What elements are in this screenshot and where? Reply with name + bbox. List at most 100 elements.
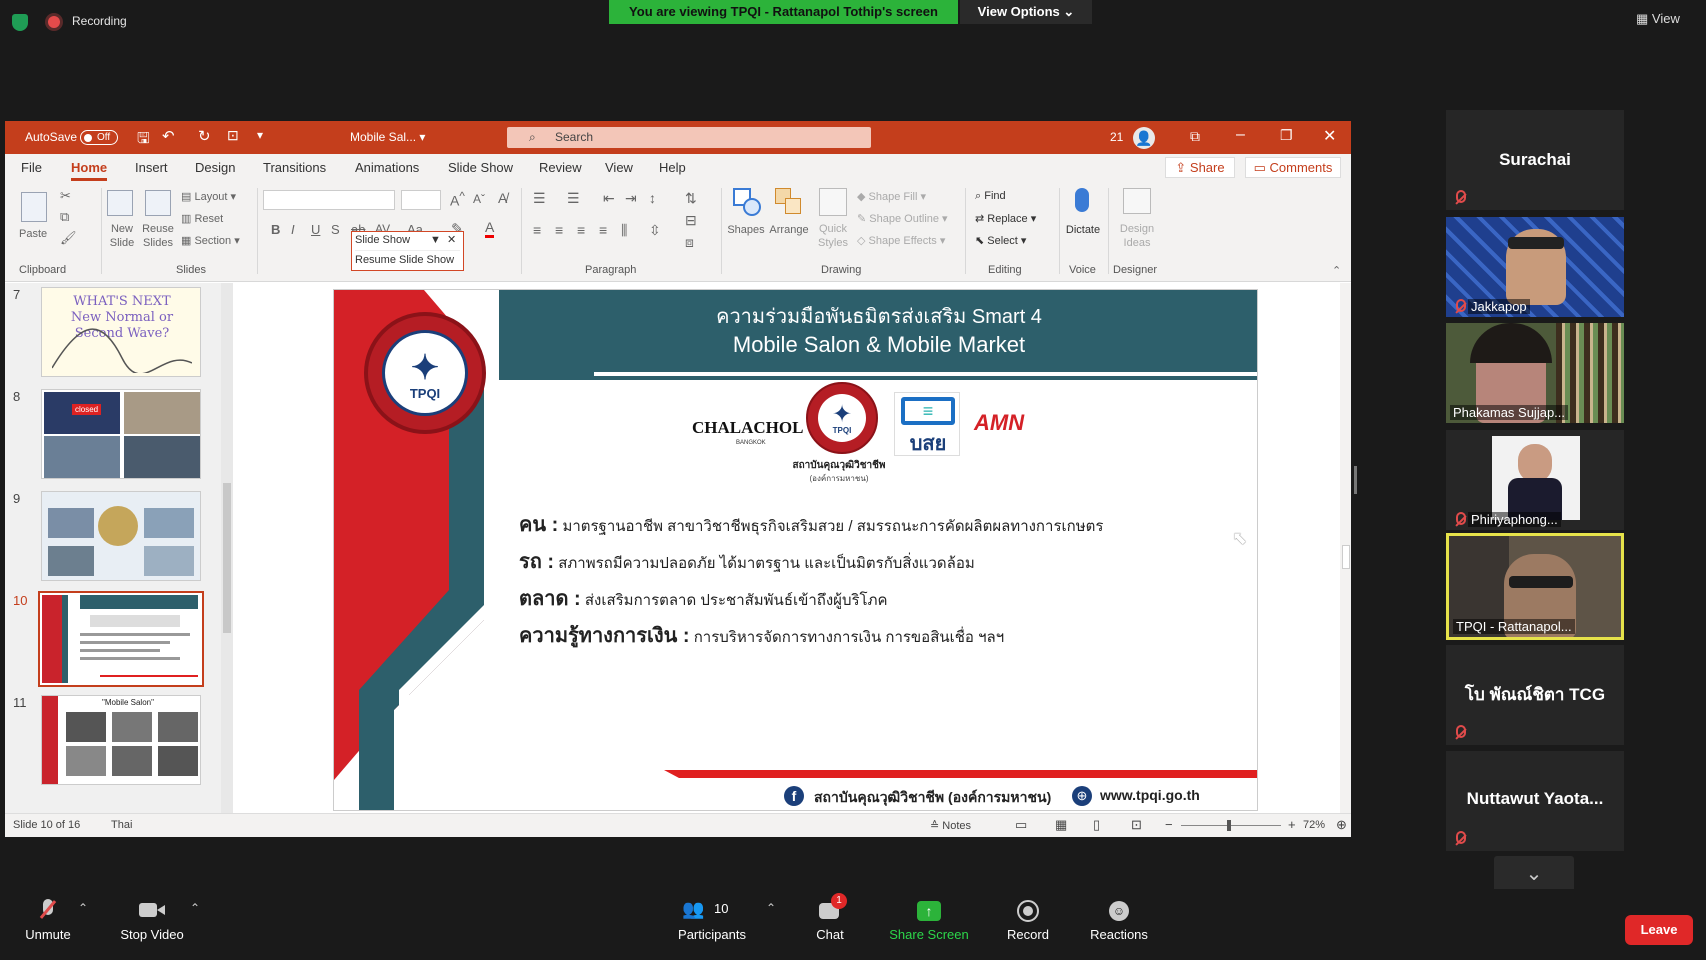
arrange-icon[interactable]	[775, 188, 803, 216]
design-ideas-icon[interactable]	[1123, 188, 1151, 214]
bullets-icon[interactable]: ☰	[533, 190, 546, 207]
thumbnail-scrollbar[interactable]	[221, 283, 233, 813]
dictate-label[interactable]: Dictate	[1063, 224, 1103, 236]
notes-button[interactable]: ≙ Notes	[930, 819, 971, 832]
shrink-font-icon[interactable]: Aˇ	[473, 192, 485, 206]
shape-outline-button[interactable]: ✎ Shape Outline ▾	[857, 212, 948, 225]
reactions-button[interactable]: ☺ Reactions	[1084, 889, 1154, 942]
scroll-thumb[interactable]	[1342, 545, 1350, 569]
select-button[interactable]: ⬉ Select ▾	[975, 234, 1026, 247]
smartart-icon[interactable]: ⧈	[685, 234, 694, 251]
participant-tile[interactable]: Phiriyaphong...	[1446, 430, 1624, 530]
slide-thumbnail-8[interactable]: closed	[41, 389, 201, 479]
zoom-out-icon[interactable]: −	[1165, 817, 1173, 832]
italic-icon[interactable]: I	[291, 222, 295, 237]
tab-view[interactable]: View	[605, 160, 633, 175]
font-name-input[interactable]	[263, 190, 395, 210]
participant-tile[interactable]: Jakkapop	[1446, 217, 1624, 317]
align-right-icon[interactable]: ≡	[577, 222, 585, 238]
tab-slide-show[interactable]: Slide Show	[448, 160, 513, 175]
find-button[interactable]: ⌕ Find	[975, 190, 1006, 203]
customize-toolbar-icon[interactable]: ▾	[257, 128, 263, 142]
copy-icon[interactable]: ⧉	[60, 209, 69, 225]
quick-styles-icon[interactable]	[819, 188, 847, 216]
shape-effects-button[interactable]: ◇ Shape Effects ▾	[857, 234, 945, 247]
arrange-label[interactable]: Arrange	[767, 224, 811, 236]
font-size-input[interactable]	[401, 190, 441, 210]
participant-tile[interactable]: โบ พัณณ์ชิตา TCG	[1446, 645, 1624, 745]
zoom-slider[interactable]	[1181, 820, 1281, 831]
paste-label[interactable]: Paste	[19, 228, 47, 240]
design-ideas-label[interactable]: Design Ideas	[1115, 222, 1159, 250]
bold-icon[interactable]: B	[271, 222, 280, 237]
participant-tile-active-speaker[interactable]: TPQI - Rattanapol...	[1446, 533, 1624, 640]
layout-button[interactable]: ▤ Layout ▾	[181, 190, 236, 203]
justify-icon[interactable]: ≡	[599, 222, 607, 238]
slideshow-dropdown[interactable]: Slide Show ▼ ✕	[355, 234, 460, 251]
document-title[interactable]: Mobile Sal... ▾	[350, 130, 425, 144]
scroll-down-button[interactable]: ⌄	[1494, 856, 1574, 893]
share-screen-button[interactable]: ↑ Share Screen	[884, 889, 974, 942]
zoom-in-icon[interactable]: +	[1288, 817, 1296, 832]
zoom-level[interactable]: 72%	[1303, 819, 1325, 831]
record-button[interactable]: Record	[998, 889, 1058, 942]
slide-thumbnail-9[interactable]	[41, 491, 201, 581]
align-text-vertical-icon[interactable]: ⊟	[685, 212, 697, 229]
participant-tile[interactable]: Phakamas Sujjap...	[1446, 323, 1624, 423]
shape-fill-button[interactable]: ◆ Shape Fill ▾	[857, 190, 926, 203]
tab-animations[interactable]: Animations	[355, 160, 419, 175]
new-slide-label[interactable]: New Slide	[107, 222, 137, 250]
tab-design[interactable]: Design	[195, 160, 235, 175]
reuse-slides-icon[interactable]	[145, 190, 171, 216]
cut-icon[interactable]: ✂	[60, 188, 71, 204]
collapse-ribbon-icon[interactable]: ⌃	[1332, 264, 1341, 277]
zoom-slider-thumb[interactable]	[1227, 820, 1231, 831]
split-handle[interactable]	[1354, 466, 1357, 494]
unmute-button[interactable]: Unmute	[18, 889, 78, 942]
tab-file[interactable]: File	[21, 160, 42, 175]
shield-icon[interactable]	[12, 14, 28, 31]
slide-canvas[interactable]: ✦ TPQI ความร่วมมือพันธมิตรส่งเสริม Smart…	[333, 289, 1258, 811]
present-icon[interactable]: ⊡	[227, 127, 239, 144]
participants-options-chevron-icon[interactable]: ⌃	[766, 901, 776, 915]
underline-icon[interactable]: U	[311, 222, 320, 237]
new-slide-icon[interactable]	[107, 190, 133, 216]
minimize-icon[interactable]: –	[1236, 126, 1245, 144]
numbering-icon[interactable]: ☰	[567, 190, 580, 207]
language-status[interactable]: Thai	[111, 819, 132, 831]
text-direction-icon[interactable]: ⇅	[685, 190, 697, 207]
comments-button[interactable]: ▭ Comments	[1245, 157, 1341, 178]
slide-thumbnail-10[interactable]	[38, 591, 204, 687]
restore-icon[interactable]: ❐	[1280, 127, 1293, 144]
shadow-icon[interactable]: S	[331, 222, 340, 237]
video-options-chevron-icon[interactable]: ⌃	[190, 901, 200, 915]
save-icon[interactable]: 🖫	[137, 128, 150, 153]
share-button[interactable]: ⇪ Share	[1165, 157, 1235, 178]
participant-tile[interactable]: Surachai	[1446, 110, 1624, 210]
paste-icon[interactable]	[21, 192, 47, 222]
clear-format-icon[interactable]: A̸	[498, 190, 507, 206]
decrease-indent-icon[interactable]: ⇤	[603, 190, 615, 207]
slideshow-view-icon[interactable]: ⊡	[1131, 817, 1142, 833]
reset-button[interactable]: ▥ Reset	[181, 212, 223, 225]
slide-thumbnail-7[interactable]: WHAT'S NEXT New Normal or Second Wave?	[41, 287, 201, 377]
participant-tile[interactable]: Nuttawut Yaota...	[1446, 751, 1624, 851]
tab-insert[interactable]: Insert	[135, 160, 168, 175]
leave-button[interactable]: Leave	[1625, 915, 1693, 945]
align-text-icon[interactable]: ⇳	[649, 222, 661, 239]
view-button[interactable]: ▦ View	[1636, 8, 1694, 30]
chat-button[interactable]: 1 Chat	[800, 889, 860, 942]
tab-review[interactable]: Review	[539, 160, 582, 175]
participants-button[interactable]: 👥 10 Participants	[670, 889, 754, 942]
font-color-icon[interactable]: A	[485, 219, 495, 238]
stop-video-button[interactable]: Stop Video	[112, 889, 192, 942]
increase-indent-icon[interactable]: ⇥	[625, 190, 637, 207]
resume-slideshow-item[interactable]: Resume Slide Show	[355, 254, 454, 266]
align-center-icon[interactable]: ≡	[555, 222, 563, 238]
autosave-toggle[interactable]: Off	[80, 130, 118, 145]
format-painter-icon[interactable]: 🖌	[60, 230, 77, 246]
search-box[interactable]: ⌕ Search	[507, 127, 871, 148]
tab-home[interactable]: Home	[71, 160, 108, 181]
align-left-icon[interactable]: ≡	[533, 222, 541, 238]
slide-thumbnail-11[interactable]: "Mobile Salon"	[41, 695, 201, 785]
